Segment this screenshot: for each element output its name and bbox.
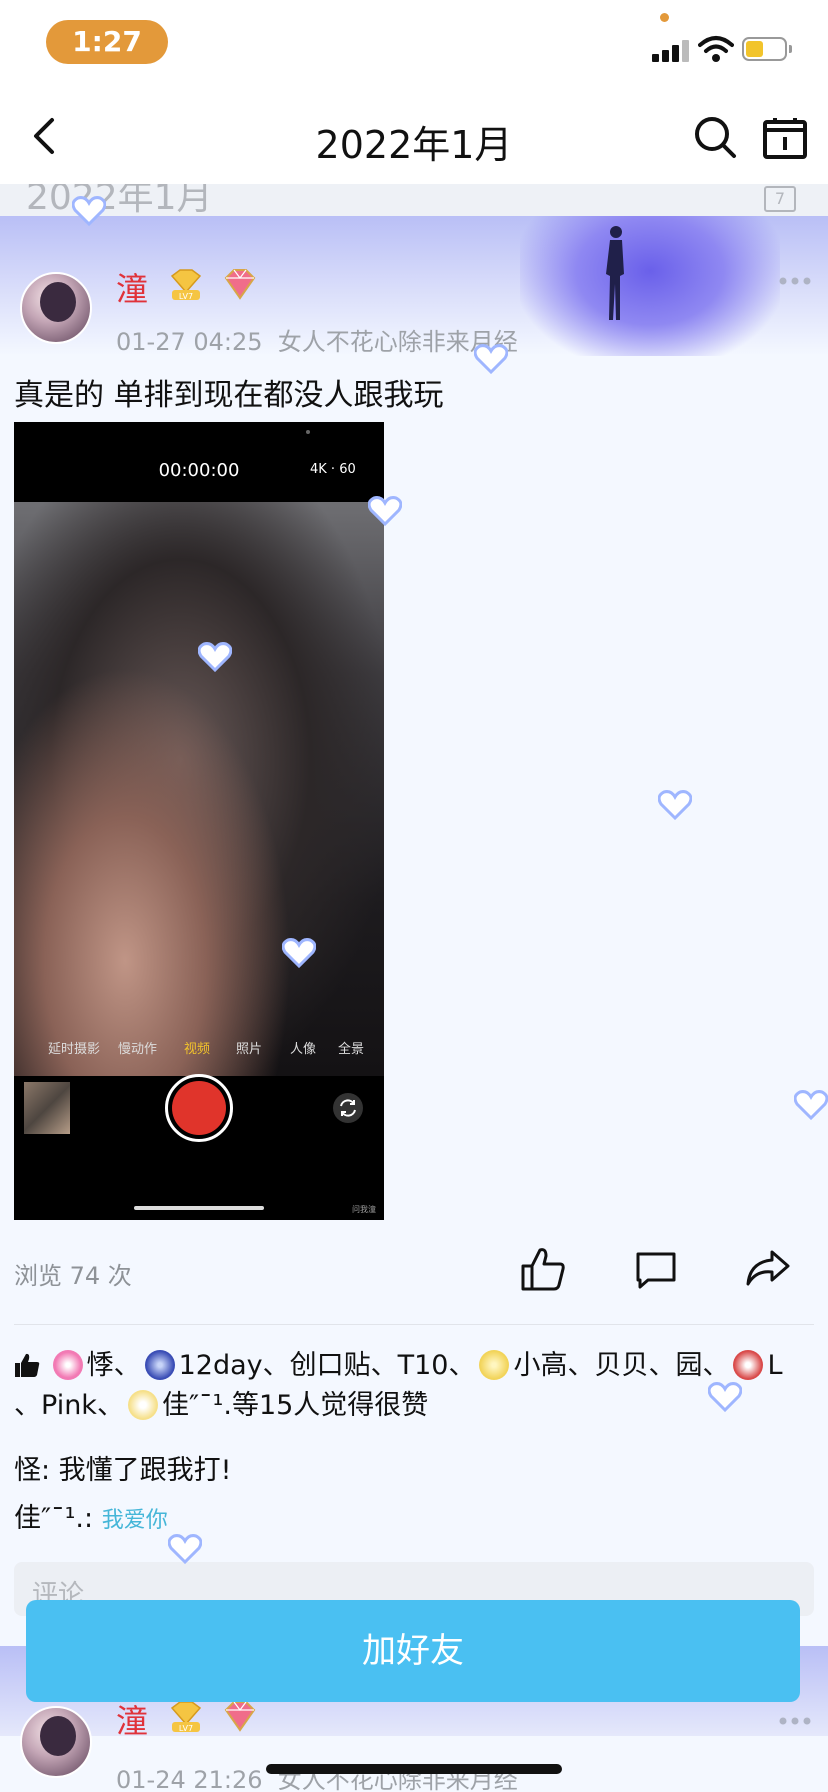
battery-icon: [742, 37, 792, 61]
post-meta: 01-27 04:25 女人不花心除非来月经: [116, 322, 518, 357]
back-icon[interactable]: [26, 114, 66, 158]
nav-bar: 2022年1月: [0, 90, 828, 184]
avatar[interactable]: [20, 272, 92, 344]
banner-glow: [520, 216, 780, 356]
camera-modes: 延时摄影 慢动作 视频 照片 人像 全景: [14, 1038, 384, 1062]
divider: [14, 1324, 814, 1325]
liker-avatar: [144, 1350, 175, 1380]
user-name[interactable]: 潼: [116, 1696, 148, 1742]
comment-text: : 我懂了跟我打!: [41, 1455, 232, 1486]
camera-mode: 延时摄影: [48, 1042, 101, 1057]
liker-names: 12day、创口贴、T10、: [178, 1350, 476, 1381]
comment-text: :: [84, 1503, 102, 1534]
search-icon[interactable]: [692, 114, 738, 160]
diamond-badge-icon: [224, 1701, 256, 1732]
user-name[interactable]: 潼: [116, 264, 148, 310]
comment-styled-text: 我爱你: [101, 1508, 168, 1533]
status-bar: 1:27: [0, 0, 828, 90]
silhouette-decoration: [606, 226, 624, 320]
likes-list[interactable]: 悸、 12day、创口贴、T10、 小高、贝贝、园、 L 、Pink、 佳″ˉ¹.等15…: [14, 1346, 814, 1426]
heart-icon: [794, 1090, 828, 1120]
camera-mode: 全景: [338, 1042, 365, 1057]
comment-item[interactable]: 佳″ˉ¹.: 我爱你: [14, 1496, 168, 1535]
heart-icon: [658, 790, 692, 820]
like-icon[interactable]: [520, 1246, 566, 1292]
liker-names: 悸、: [86, 1350, 141, 1381]
page-title: 2022年1月: [315, 123, 513, 167]
comment-author[interactable]: 佳″ˉ¹.: [14, 1503, 84, 1534]
avatar[interactable]: [20, 1706, 92, 1778]
heart-icon: [198, 642, 232, 672]
comment-author[interactable]: 怪: [14, 1455, 41, 1486]
video-home-bar: [134, 1206, 264, 1210]
signal-icon: [652, 40, 690, 62]
calendar-icon[interactable]: [762, 116, 808, 160]
date-strip-text: 2022年1月: [26, 184, 213, 216]
gallery-thumbnail: [24, 1082, 70, 1134]
video-frame: [14, 502, 384, 1076]
comment-item[interactable]: 怪: 我懂了跟我打!: [14, 1448, 232, 1487]
flip-camera-icon: [333, 1093, 363, 1123]
post-time: 01-24 21:26: [116, 1766, 263, 1792]
date-strip-calendar-icon: 7: [764, 186, 796, 212]
liker-names: 、Pink、: [14, 1390, 124, 1421]
liker-avatar: [479, 1350, 510, 1380]
privacy-indicator-dot: [660, 13, 669, 22]
vip-crown-badge-icon: LV7: [170, 269, 202, 301]
liker-avatar: [127, 1390, 158, 1420]
add-friend-button[interactable]: 加好友: [26, 1600, 800, 1702]
sticky-date-header: 2022年1月 7: [0, 184, 828, 216]
liker-summary: 佳″ˉ¹.等15人觉得很赞: [161, 1390, 429, 1421]
record-button-icon: [165, 1074, 233, 1142]
svg-text:LV7: LV7: [179, 1724, 193, 1733]
heart-icon: [72, 196, 106, 226]
heart-icon: [368, 496, 402, 526]
svg-text:LV7: LV7: [179, 292, 193, 301]
liker-avatar: [52, 1350, 83, 1380]
camera-mode-active: 视频: [184, 1042, 211, 1057]
diamond-badge-icon: [224, 269, 256, 300]
more-icon[interactable]: [778, 276, 812, 286]
share-icon[interactable]: [744, 1248, 792, 1290]
liker-names: 小高、贝贝、园、: [513, 1350, 730, 1381]
video-resolution: 4K · 60: [310, 462, 356, 477]
camera-mode: 人像: [290, 1042, 317, 1057]
feed-post: 潼 LV7 01-27 04:25 女人不花心除非来月经 真是的 单排到现在都没…: [0, 216, 828, 1646]
view-count: 浏览 74 次: [14, 1262, 132, 1290]
comment-icon[interactable]: [634, 1250, 678, 1290]
heart-icon: [708, 1382, 742, 1412]
liker-avatar: [733, 1350, 764, 1380]
post-time: 01-27 04:25: [116, 328, 263, 356]
liker-names: L: [767, 1350, 783, 1381]
home-indicator[interactable]: [266, 1764, 562, 1774]
more-icon[interactable]: [778, 1716, 812, 1726]
heart-icon: [474, 344, 508, 374]
camera-mode: 慢动作: [118, 1042, 158, 1057]
heart-icon: [282, 938, 316, 968]
vip-crown-badge-icon: LV7: [170, 1701, 202, 1733]
thumbs-up-icon: [15, 1353, 40, 1377]
camera-mode: 照片: [236, 1042, 263, 1057]
wifi-icon: [698, 36, 734, 62]
video-watermark: 问我潼: [352, 1205, 376, 1214]
heart-icon: [168, 1534, 202, 1564]
status-time: 1:27: [46, 20, 168, 64]
post-text: 真是的 单排到现在都没人跟我玩: [14, 378, 444, 413]
post-image[interactable]: 00:00:00 4K · 60 延时摄影 慢动作 视频 照片 人像 全景 问我…: [14, 422, 384, 1220]
camera-dot: [306, 430, 310, 434]
